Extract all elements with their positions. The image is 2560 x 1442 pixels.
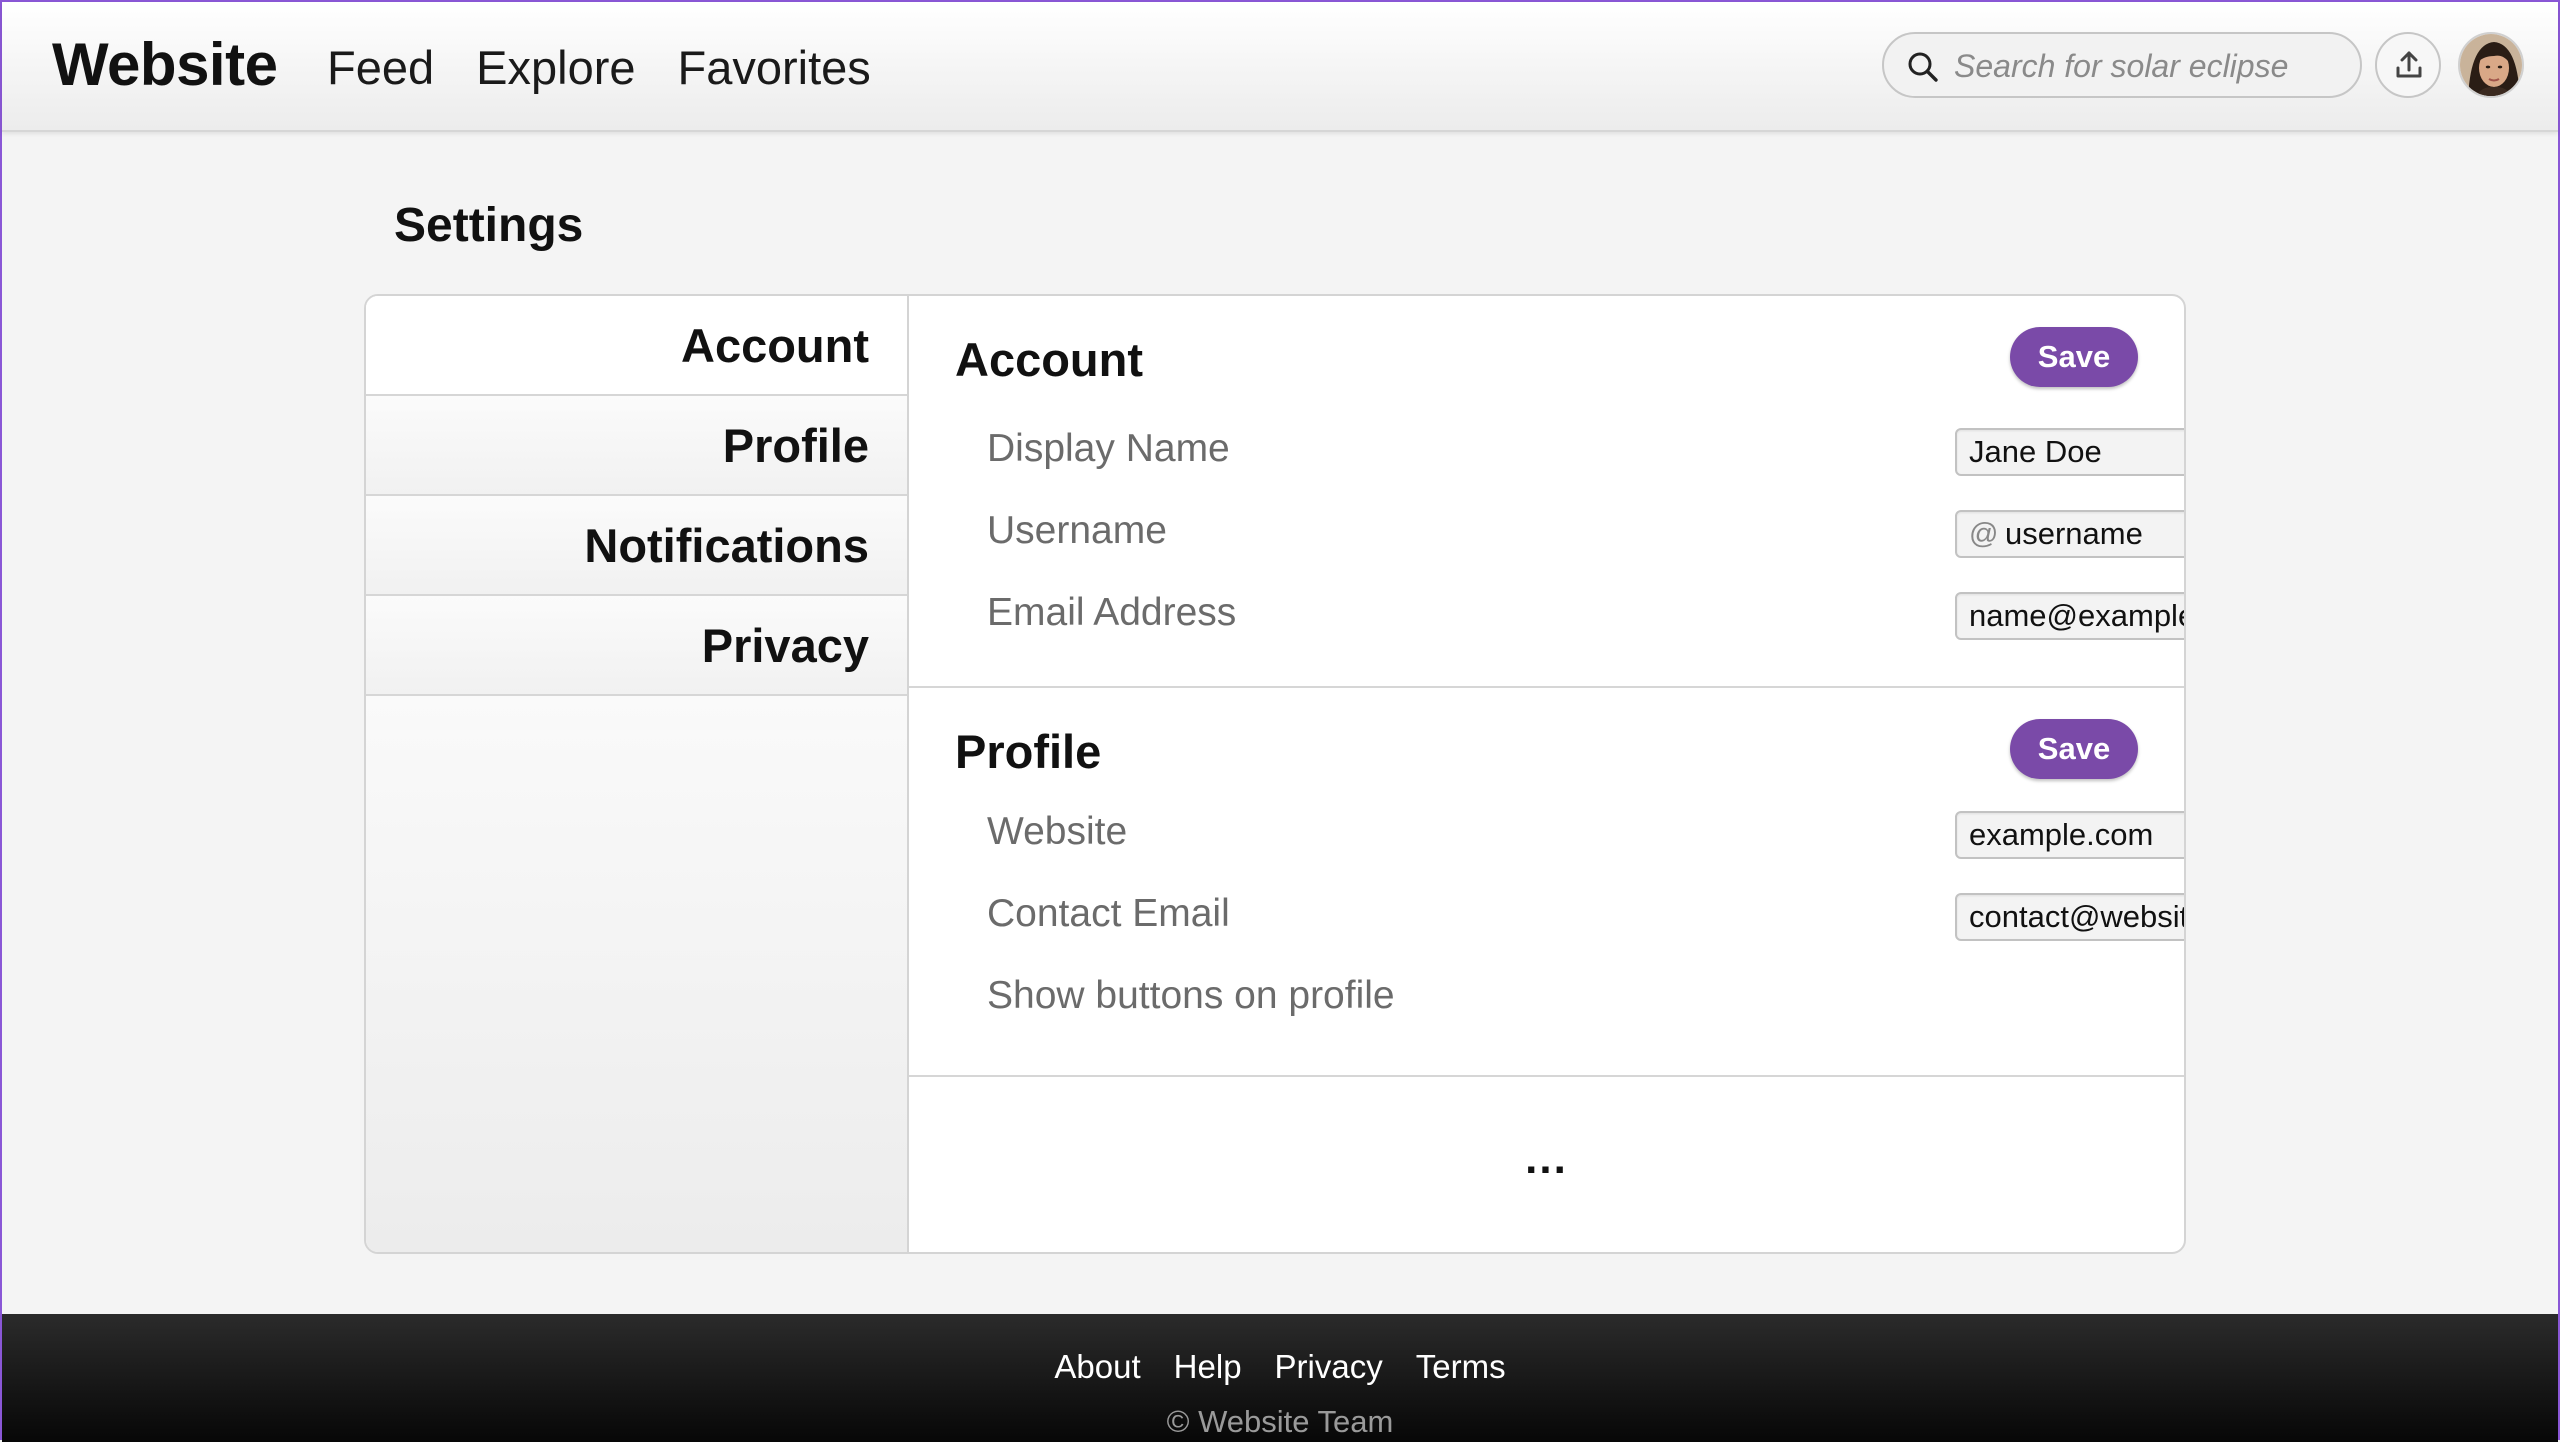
nav-explore[interactable]: Explore [476,40,635,95]
main-nav: Feed Explore Favorites [327,40,871,95]
email-address-label: Email Address [987,591,1237,634]
sidebar-item-notifications[interactable]: Notifications [366,496,907,596]
top-header: Website Feed Explore Favorites [2,2,2558,132]
account-section-title: Account [955,333,1143,386]
copyright-text: © Website Team [1166,1404,1394,1439]
display-name-field[interactable] [1955,428,2184,476]
settings-content: Account Save Display Name Username @ Ema… [909,296,2184,1252]
search-input[interactable] [1954,44,2344,88]
settings-sidebar: Account Profile Notifications Privacy [366,296,909,1252]
username-field[interactable]: @ [1955,510,2184,558]
at-sign-icon: @ [1969,518,1999,550]
app-window: Website Feed Explore Favorites Search fo… [0,0,2560,1442]
page-footer: About Help Privacy Terms © Website Team [2,1314,2558,1442]
nav-favorites[interactable]: Favorites [678,40,871,95]
show-buttons-label: Show buttons on profile [987,974,1395,1017]
avatar[interactable] [2458,32,2524,98]
page-title: Settings [394,199,584,252]
nav-feed[interactable]: Feed [327,40,434,95]
more-indicator: ... [1525,1134,1568,1183]
sidebar-item-profile[interactable]: Profile [366,396,907,496]
search-box[interactable] [1882,32,2362,98]
site-logo[interactable]: Website [52,30,278,99]
settings-card: Account Profile Notifications Privacy Ac… [364,294,2186,1254]
sidebar-item-account[interactable]: Account [366,296,907,396]
profile-section: Profile Save Website Contact Email Show … [909,688,2184,1077]
search-icon [1908,52,1938,82]
profile-save-button[interactable]: Save [2010,719,2138,779]
footer-link-about[interactable]: About [1054,1348,1140,1386]
upload-icon [2396,51,2422,78]
user-avatar-image [2460,34,2522,96]
sidebar-item-privacy[interactable]: Privacy [366,596,907,696]
footer-link-terms[interactable]: Terms [1416,1348,1506,1386]
profile-section-title: Profile [955,725,1102,778]
footer-link-privacy[interactable]: Privacy [1275,1348,1383,1386]
website-field[interactable] [1955,811,2184,859]
contact-email-label: Contact Email [987,892,1230,935]
account-section: Account Save Display Name Username @ Ema… [909,296,2184,688]
footer-link-help[interactable]: Help [1174,1348,1242,1386]
account-save-button[interactable]: Save [2010,327,2138,387]
display-name-label: Display Name [987,427,1230,470]
username-label: Username [987,509,1167,552]
email-address-field[interactable] [1955,592,2184,640]
contact-email-field[interactable] [1955,893,2184,941]
footer-links: About Help Privacy Terms [2,1348,2558,1386]
upload-button[interactable] [2375,32,2441,98]
website-label: Website [987,810,1128,853]
username-input[interactable] [2005,514,2184,554]
